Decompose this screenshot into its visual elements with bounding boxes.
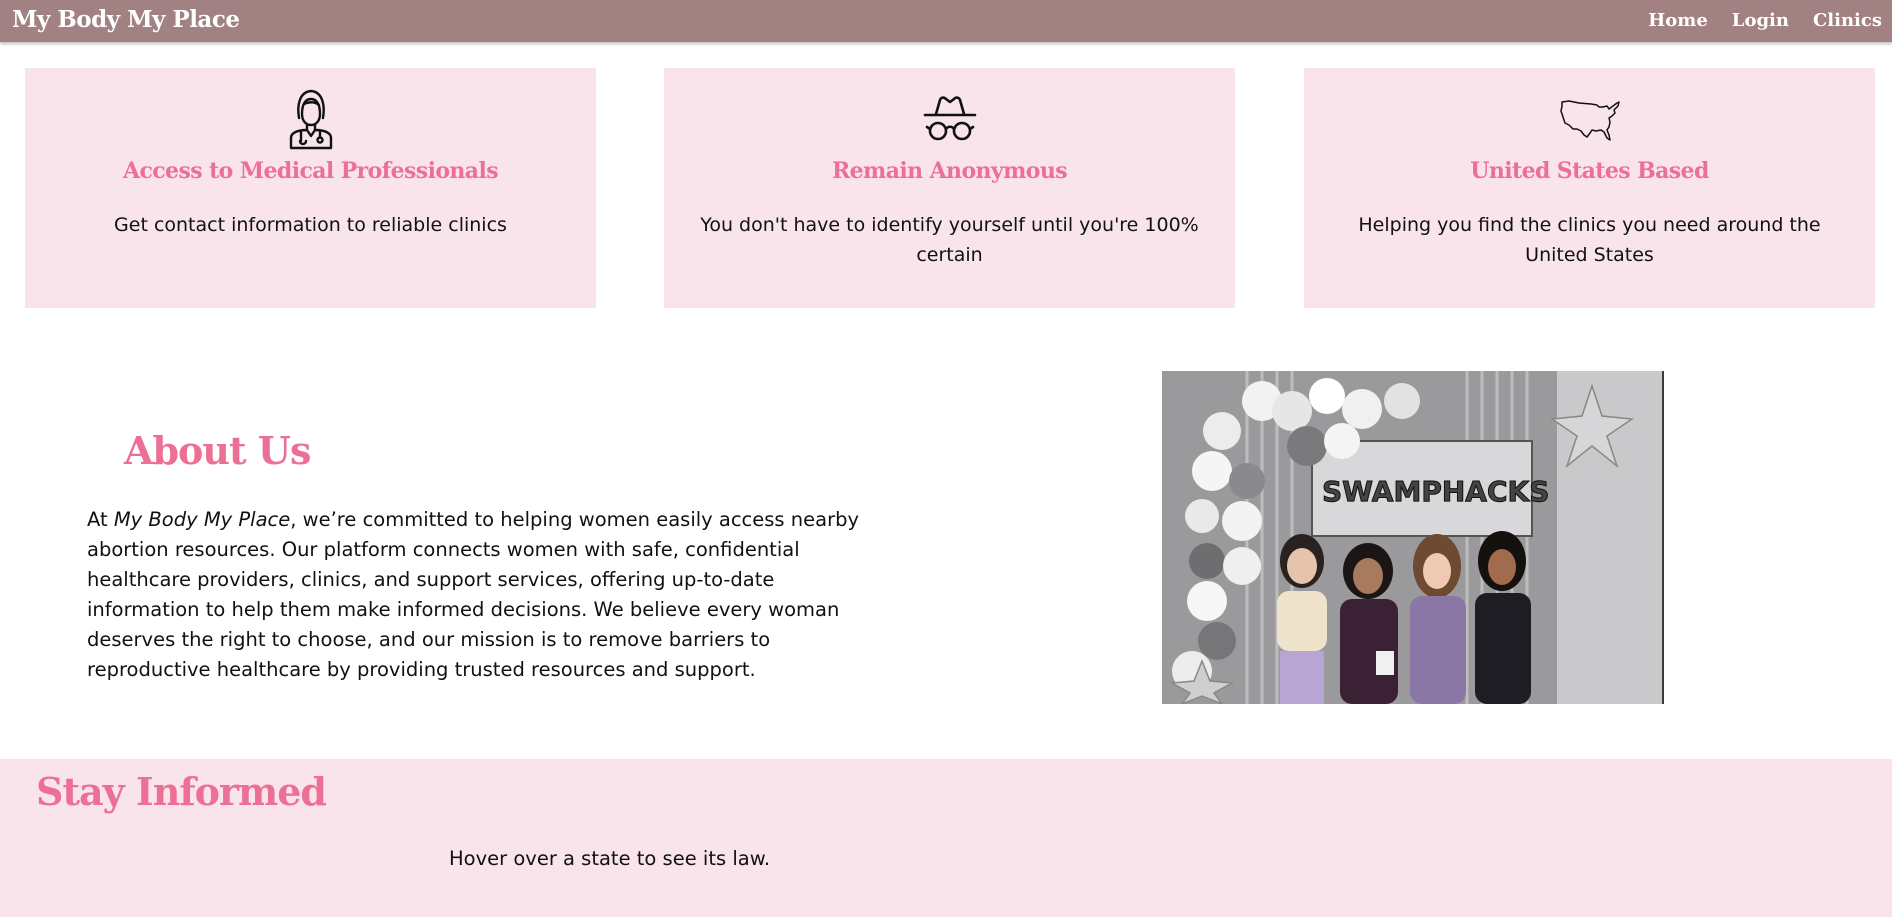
us-map-icon (1304, 88, 1875, 150)
feature-text: Helping you find the clinics you need ar… (1358, 214, 1821, 266)
about-text-brand: My Body My Place (113, 508, 291, 531)
feature-card-us: United States Based Helping you find the… (1304, 68, 1875, 308)
about-text-body: , we’re committed to helping women easil… (87, 508, 860, 681)
map-hover-hint: Hover over a state to see its law. (449, 847, 771, 870)
navbar: My Body My Place Home Login Clinics (0, 0, 1892, 42)
feature-text: You don't have to identify yourself unti… (700, 214, 1199, 266)
nav-links: Home Login Clinics (1648, 10, 1882, 31)
feature-card-anonymous: Remain Anonymous You don't have to ident… (664, 68, 1235, 308)
feature-text: Get contact information to reliable clin… (114, 214, 507, 236)
about-text-prefix: At (87, 508, 114, 531)
incognito-icon (664, 88, 1235, 150)
stay-informed-section: Stay Informed Hover over a state to see … (0, 759, 1892, 917)
brand-logo[interactable]: My Body My Place (12, 6, 240, 33)
feature-title: Access to Medical Professionals (122, 158, 499, 184)
about-us-text: At My Body My Place, we’re committed to … (87, 505, 892, 685)
photo-banner-text: SWAMPHACKS (1322, 475, 1549, 508)
about-us-heading: About Us (124, 428, 311, 473)
feature-title: United States Based (1470, 158, 1709, 184)
stay-informed-heading: Stay Informed (36, 769, 327, 814)
team-photo: SWAMPHACKS (1162, 371, 1664, 704)
doctor-icon (25, 88, 596, 150)
nav-login-link[interactable]: Login (1732, 10, 1789, 31)
feature-title: Remain Anonymous (831, 158, 1068, 184)
nav-clinics-link[interactable]: Clinics (1813, 10, 1882, 31)
nav-home-link[interactable]: Home (1648, 10, 1708, 31)
feature-card-medical: Access to Medical Professionals Get cont… (25, 68, 596, 308)
